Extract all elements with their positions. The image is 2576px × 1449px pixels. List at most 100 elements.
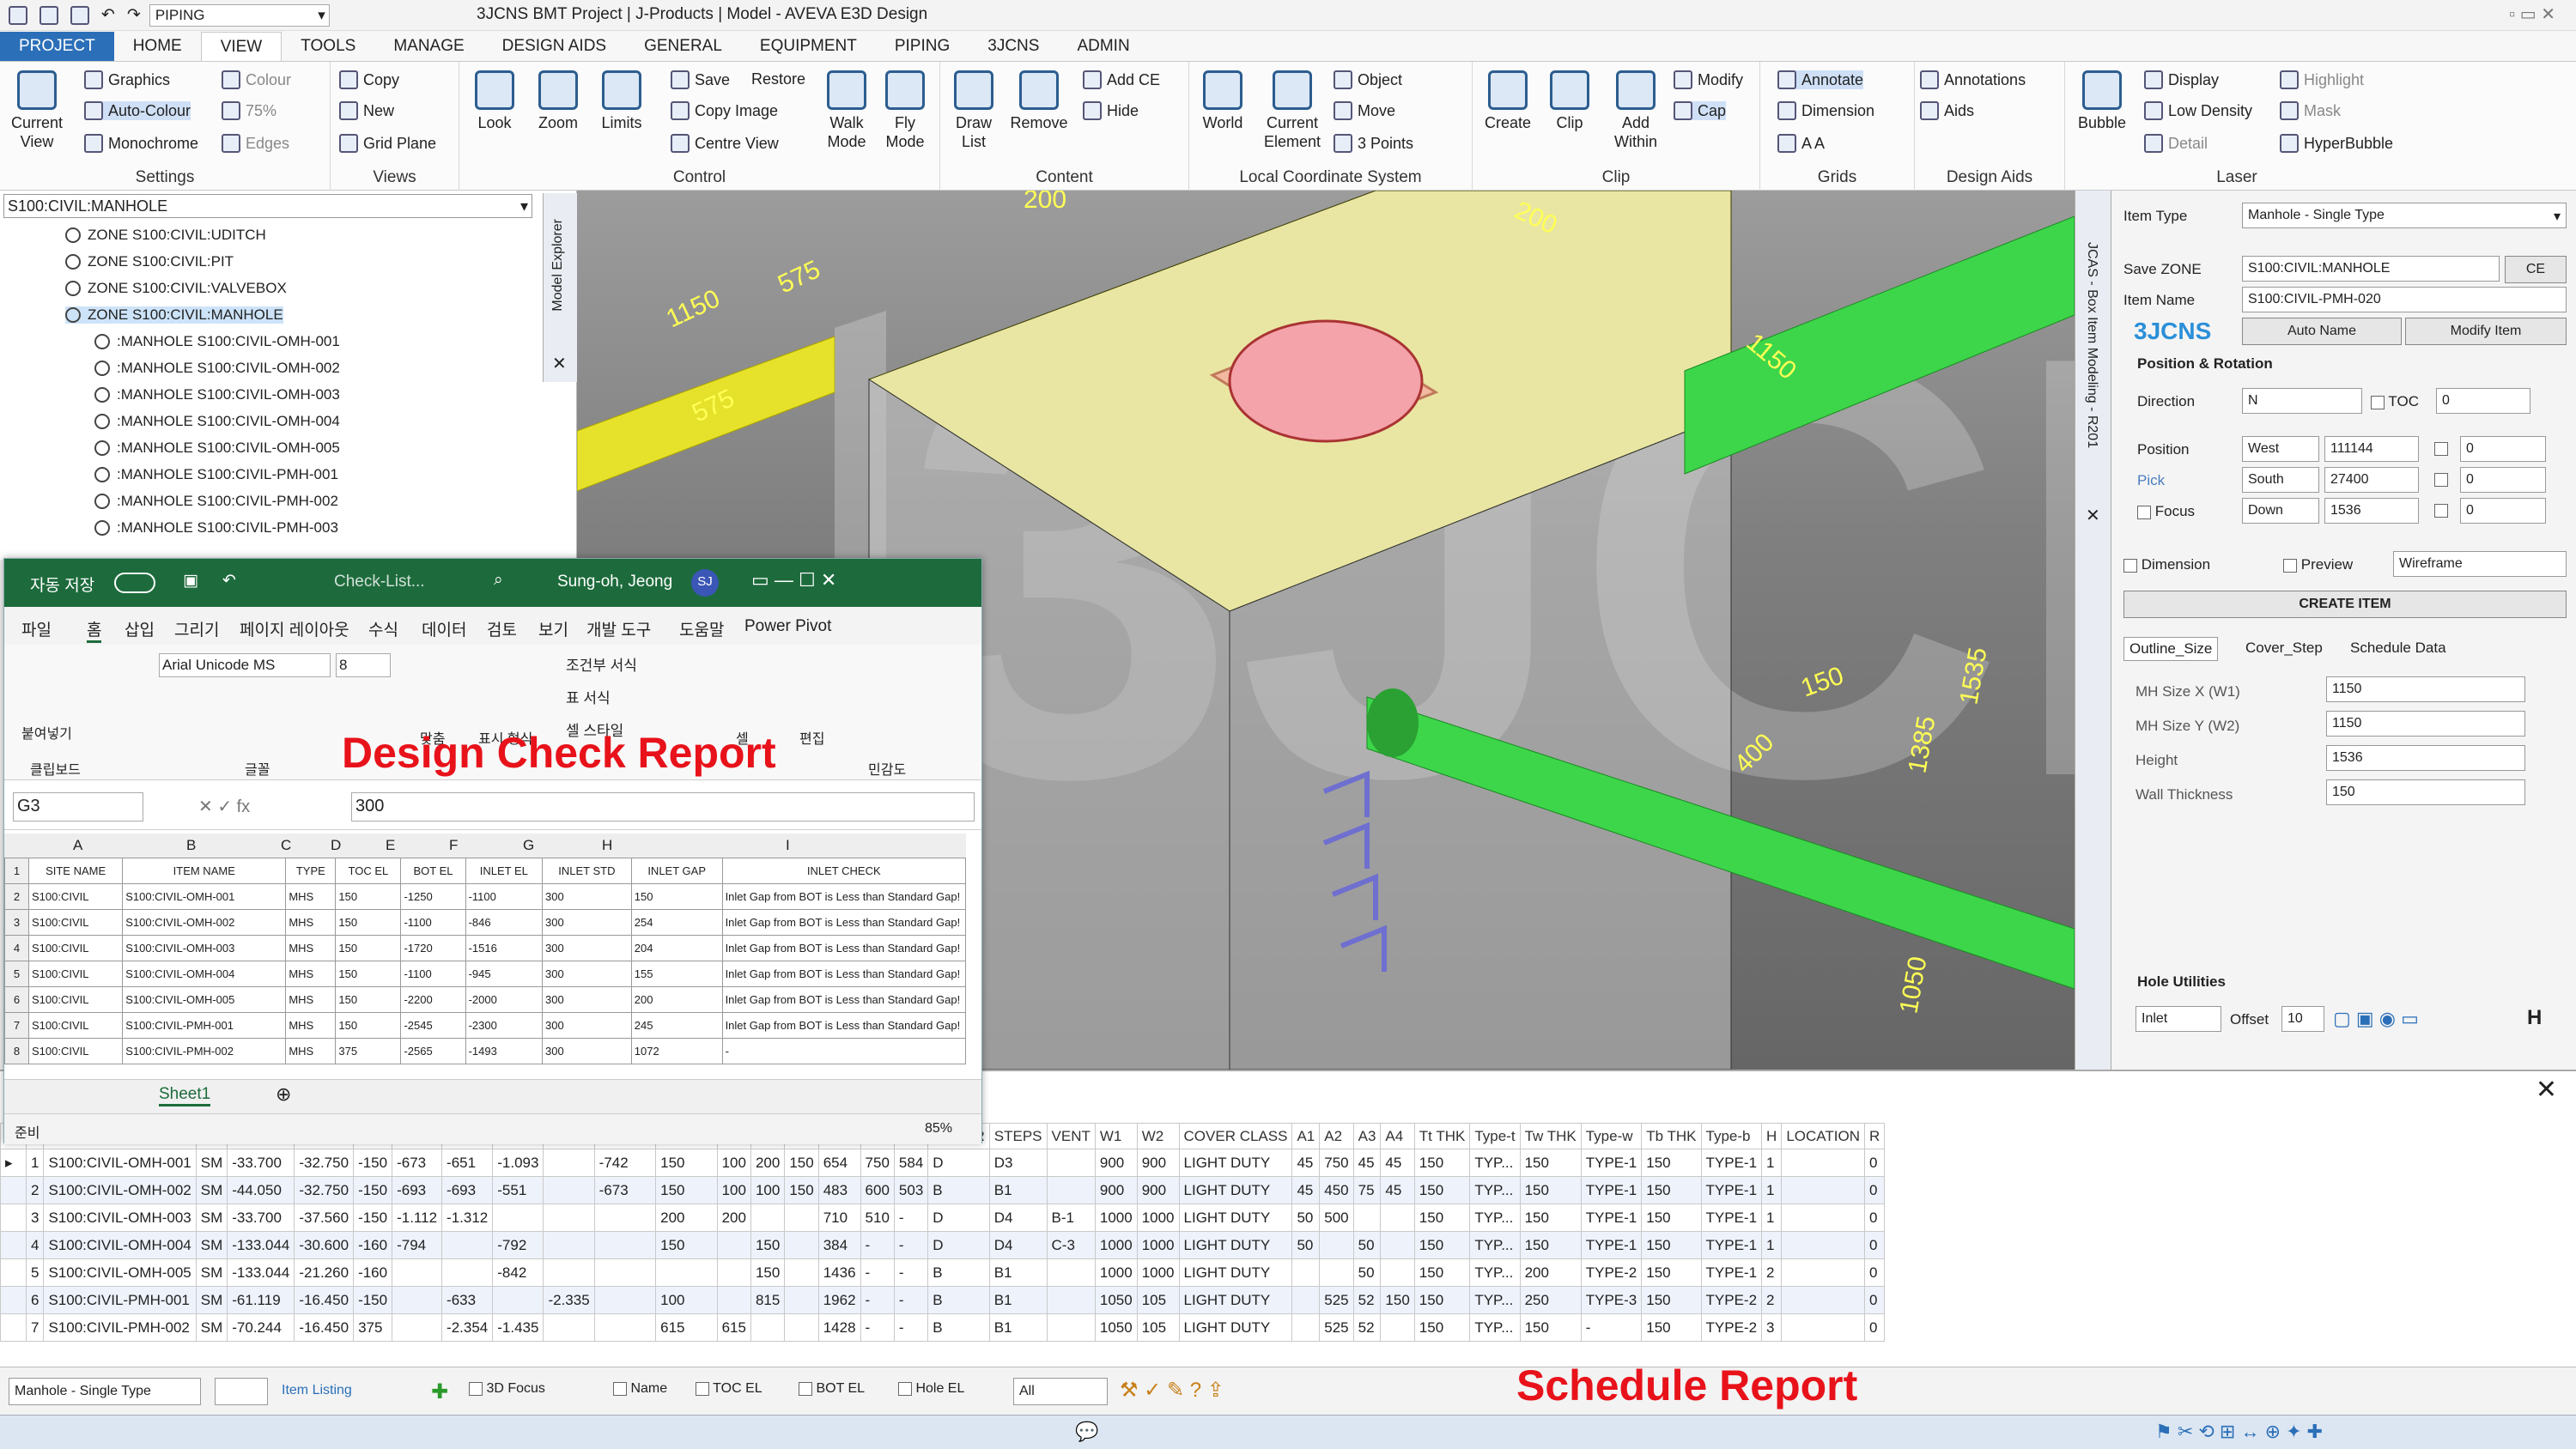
cell[interactable] — [716, 1231, 751, 1259]
row-selector[interactable] — [0, 1231, 27, 1259]
cell[interactable]: 150 — [784, 1176, 819, 1204]
cell[interactable]: TYPE-3 — [1580, 1286, 1643, 1314]
cell[interactable]: -693 — [392, 1176, 443, 1204]
cell[interactable]: TYPE-2 — [1700, 1286, 1763, 1314]
avatar[interactable]: SJ — [691, 569, 719, 597]
cell[interactable] — [716, 1286, 751, 1314]
chat-icon[interactable]: 💬 — [1075, 1421, 1098, 1443]
cell[interactable] — [1380, 1258, 1415, 1287]
display-button[interactable]: Display — [2144, 70, 2219, 89]
close-icon[interactable]: ✕ — [2086, 505, 2100, 526]
cell[interactable]: B1 — [988, 1313, 1048, 1342]
preview-checkbox[interactable]: Preview — [2283, 556, 2353, 573]
filter-combo[interactable]: All — [1013, 1378, 1108, 1405]
cell[interactable] — [593, 1286, 657, 1314]
cell[interactable] — [392, 1286, 443, 1314]
cell[interactable]: 150 — [1413, 1176, 1471, 1204]
cell[interactable]: D — [927, 1149, 990, 1177]
cell[interactable] — [1046, 1149, 1096, 1177]
cell[interactable]: 900 — [1136, 1149, 1180, 1177]
annotations-button[interactable]: Annotations — [1920, 70, 2026, 89]
row-selector[interactable] — [0, 1203, 27, 1232]
cell[interactable] — [543, 1313, 595, 1342]
cell[interactable]: S100:CIVIL — [27, 986, 124, 1013]
cell[interactable]: LIGHT DUTY — [1178, 1231, 1293, 1259]
cell[interactable]: -150 — [353, 1286, 393, 1314]
cell[interactable]: 150 — [655, 1176, 718, 1204]
cell[interactable]: MHS — [285, 986, 337, 1013]
cell[interactable]: -1.112 — [392, 1203, 443, 1232]
cell[interactable]: 815 — [750, 1286, 786, 1314]
column-header[interactable]: LOCATION — [1781, 1123, 1865, 1149]
dimension-checkbox[interactable]: Dimension — [2123, 556, 2210, 573]
tab-home[interactable]: HOME — [114, 32, 201, 61]
cell[interactable]: 150 — [1641, 1286, 1702, 1314]
cell[interactable]: 1072 — [630, 1038, 723, 1064]
cell[interactable] — [784, 1313, 819, 1342]
mask-button[interactable]: Mask — [2280, 101, 2341, 120]
cell[interactable]: S100:CIVIL-OMH-001 — [43, 1149, 197, 1177]
column-header[interactable]: INLET CHECK — [721, 858, 967, 884]
explorer-selector[interactable]: S100:CIVIL:MANHOLE ▾ — [3, 194, 532, 218]
cell[interactable] — [716, 1258, 751, 1287]
cell[interactable]: -1250 — [400, 883, 466, 910]
cell[interactable]: 3 — [1761, 1313, 1783, 1342]
fly-mode-button[interactable]: Fly Mode — [877, 67, 933, 151]
cell[interactable]: 100 — [750, 1176, 786, 1204]
row-selector[interactable] — [0, 1313, 27, 1342]
cell[interactable]: -44.050 — [227, 1176, 295, 1204]
cell[interactable]: S100:CIVIL — [27, 883, 124, 910]
grid-plane-button[interactable]: Grid Plane — [339, 134, 436, 153]
current-element-button[interactable]: Current Element — [1256, 67, 1328, 151]
cell[interactable]: 3 — [25, 1203, 45, 1232]
cell[interactable]: 0 — [1863, 1231, 1886, 1259]
cell[interactable]: SM — [195, 1203, 228, 1232]
cell[interactable]: LIGHT DUTY — [1178, 1313, 1293, 1342]
column-header[interactable]: H — [1761, 1123, 1783, 1149]
save-view-button[interactable]: Save — [671, 70, 730, 89]
cell[interactable]: -133.044 — [227, 1258, 295, 1287]
monochrome-button[interactable]: Monochrome — [84, 134, 198, 153]
table-row[interactable]: ▸ 1 S100:CIVIL-OMH-001 SM -33.700 -32.750 -150… — [0, 1149, 1886, 1177]
cell[interactable]: TYPE-1 — [1580, 1149, 1643, 1177]
cell[interactable] — [750, 1313, 786, 1342]
cell[interactable]: S100:CIVIL-OMH-002 — [43, 1176, 197, 1204]
table-format-button[interactable]: 표 서식 — [566, 686, 611, 707]
cell[interactable]: 150 — [655, 1231, 718, 1259]
axis-combo[interactable]: Down — [2242, 498, 2319, 524]
save-icon[interactable]: ▣ — [183, 571, 198, 591]
cell[interactable]: -794 — [392, 1231, 443, 1259]
cell[interactable]: 450 — [1319, 1176, 1354, 1204]
cell[interactable]: -33.700 — [227, 1149, 295, 1177]
cell[interactable]: B — [927, 1286, 990, 1314]
cell[interactable]: S100:CIVIL-OMH-004 — [43, 1231, 197, 1259]
cell[interactable]: D — [927, 1203, 990, 1232]
annotate-button[interactable]: Annotate — [1777, 70, 1864, 89]
cell[interactable]: -16.450 — [294, 1313, 355, 1342]
undo-icon[interactable]: ↶ — [101, 5, 115, 25]
cell[interactable]: 200 — [630, 986, 723, 1013]
cell[interactable]: 100 — [716, 1176, 751, 1204]
column-header[interactable]: BOT EL — [400, 858, 466, 884]
cell[interactable]: 384 — [817, 1231, 861, 1259]
cell[interactable]: 6 — [25, 1286, 45, 1314]
cell[interactable]: 0 — [1863, 1286, 1886, 1314]
zoom-button[interactable]: Zoom — [526, 67, 590, 132]
cell[interactable]: 375 — [353, 1313, 393, 1342]
bot-el-checkbox[interactable]: BOT EL — [799, 1381, 865, 1397]
cell[interactable] — [1781, 1176, 1865, 1204]
toolbar-icons[interactable]: ⚒ ✓ ✎ ? ⇪ — [1120, 1378, 1224, 1403]
cell[interactable]: 105 — [1136, 1313, 1180, 1342]
centre-view-button[interactable]: Centre View — [671, 134, 779, 153]
cell[interactable]: S100:CIVIL — [27, 961, 124, 987]
restore-view-button[interactable]: Restore — [751, 70, 805, 88]
column-header[interactable]: A2 — [1319, 1123, 1354, 1149]
cell[interactable] — [1291, 1286, 1321, 1314]
cell[interactable]: TYPE-1 — [1580, 1176, 1643, 1204]
cell[interactable]: -2000 — [465, 986, 544, 1013]
item-listing-link[interactable]: Item Listing — [282, 1383, 352, 1398]
cell[interactable] — [1781, 1313, 1865, 1342]
column-header[interactable]: INLET EL — [465, 858, 544, 884]
direction-field[interactable]: N — [2242, 388, 2362, 414]
cell[interactable] — [492, 1286, 544, 1314]
